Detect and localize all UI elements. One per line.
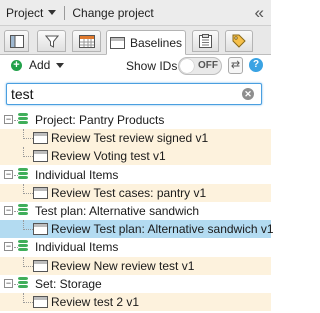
tree-connector (23, 193, 33, 194)
tab-list-view[interactable] (4, 30, 29, 52)
tree-item-label: Review New review test v1 (51, 259, 195, 273)
tree-folder-label: Test plan: Alternative sandwich (35, 204, 200, 218)
collapse-toggle-icon[interactable]: − (4, 115, 13, 124)
clear-search-icon[interactable]: ✕ (242, 88, 254, 100)
clipboard-icon (199, 34, 212, 48)
toggle-knob (180, 59, 194, 73)
list-view-icon (9, 34, 24, 48)
tree-folder-label: Individual Items (35, 240, 119, 254)
tree-item-label: Review Voting test v1 (51, 149, 166, 163)
tree-connector (23, 302, 33, 303)
folder-database-icon (18, 168, 28, 182)
tree-folder-row[interactable]: − Test plan: Alternative sandwich (0, 202, 271, 220)
tab-filter[interactable] (37, 30, 66, 52)
baselines-icon (109, 36, 125, 49)
folder-database-icon (18, 240, 28, 254)
tree-folder-row[interactable]: − Set: Storage (0, 275, 271, 293)
folder-database-icon (18, 204, 28, 218)
tree-folder-label: Set: Storage (35, 277, 102, 291)
folder-database-icon (18, 113, 28, 127)
tree-folder-label: Project: Pantry Products (35, 113, 165, 127)
tab-bar: Baselines (0, 26, 271, 55)
collapse-panel-icon[interactable]: « (255, 3, 265, 23)
show-ids-label: Show IDs (126, 59, 178, 73)
baseline-document-icon (33, 187, 48, 199)
refresh-button[interactable]: ⇄ (228, 57, 243, 74)
add-button[interactable]: + Add (11, 58, 65, 72)
baseline-document-icon (33, 150, 48, 162)
tab-baselines[interactable]: Baselines (106, 30, 186, 55)
collapse-toggle-icon[interactable]: − (4, 242, 13, 251)
baseline-document-icon (33, 132, 48, 144)
tree-item-row[interactable]: Review Test cases: pantry v1 (0, 184, 271, 202)
tree-item-label: Review Test plan: Alternative sandwich v… (51, 222, 274, 236)
tree-item-label: Review Test review signed v1 (51, 131, 209, 145)
tree-item-label: Review Test cases: pantry v1 (51, 186, 207, 200)
plus-icon: + (11, 59, 22, 71)
collapse-toggle-icon[interactable]: − (4, 170, 13, 179)
add-button-label: Add (29, 58, 51, 72)
project-menu-label: Project (6, 5, 44, 20)
show-ids-toggle[interactable]: OFF (178, 57, 222, 75)
top-bar: Project Change project « (0, 0, 271, 26)
tree-item-row[interactable]: Review Test plan: Alternative sandwich v… (0, 220, 274, 238)
tree-item-row[interactable]: Review test 2 v1 (0, 293, 271, 311)
tree-folder-row[interactable]: − Individual Items (0, 166, 271, 184)
baselines-tree: − Project: Pantry Products Review Test rev… (0, 111, 274, 313)
baseline-document-icon (33, 223, 48, 235)
tree-connector (23, 156, 33, 157)
collapse-toggle-icon[interactable]: − (4, 279, 13, 288)
search-input[interactable] (11, 86, 231, 102)
tab-clipboard[interactable] (192, 30, 219, 52)
tree-connector (23, 266, 33, 267)
refresh-icon: ⇄ (230, 59, 241, 71)
tree-item-label: Review test 2 v1 (51, 295, 140, 309)
project-menu[interactable]: Project (6, 5, 57, 20)
tab-calendar[interactable] (72, 30, 101, 52)
tree-item-row[interactable]: Review New review test v1 (0, 257, 271, 275)
tree-connector (23, 138, 33, 139)
tree-item-row[interactable]: Review Voting test v1 (0, 147, 271, 165)
tree-folder-row[interactable]: − Individual Items (0, 238, 271, 256)
change-project-link[interactable]: Change project (72, 6, 153, 20)
tree-folder-row[interactable]: − Project: Pantry Products (0, 111, 271, 129)
baseline-document-icon (33, 296, 48, 308)
tree-item-row[interactable]: Review Test review signed v1 (0, 129, 271, 147)
collapse-toggle-icon[interactable]: − (4, 206, 13, 215)
toggle-state-label: OFF (198, 60, 218, 71)
tree-connector (23, 229, 33, 230)
chevron-down-icon (48, 10, 57, 15)
search-box: ✕ (6, 83, 262, 105)
chevron-down-icon (56, 62, 65, 68)
tab-baselines-label: Baselines (129, 35, 183, 50)
tree-folder-label: Individual Items (35, 168, 119, 182)
toolbar: + Add Show IDs OFF ⇄ ? (0, 55, 271, 77)
divider (64, 5, 66, 20)
help-icon[interactable]: ? (249, 58, 263, 72)
baseline-document-icon (33, 260, 48, 272)
tab-tags[interactable] (225, 30, 253, 52)
folder-database-icon (18, 277, 28, 291)
filter-icon (44, 35, 59, 48)
tag-icon (232, 34, 246, 48)
calendar-icon (78, 34, 95, 48)
